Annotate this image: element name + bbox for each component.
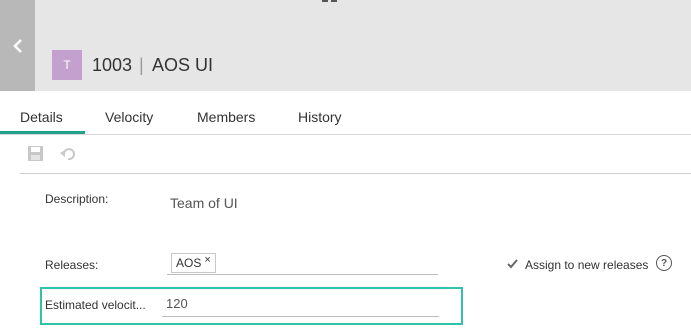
assign-to-new-releases-label[interactable]: Assign to new releases (525, 258, 648, 272)
estimated-velocity-input[interactable]: 120 (166, 296, 188, 312)
title-separator: | (139, 55, 144, 75)
header-bar (0, 0, 691, 91)
chevron-left-icon (12, 38, 22, 53)
back-button[interactable] (0, 0, 35, 91)
help-icon[interactable]: ? (656, 255, 672, 271)
top-marker (322, 0, 328, 2)
tab-bar (0, 91, 691, 135)
team-id: 1003 (92, 55, 133, 75)
releases-label: Releases: (45, 258, 99, 272)
revert-icon[interactable] (60, 147, 76, 166)
checkmark-icon[interactable] (507, 258, 518, 272)
team-name: AOS UI (152, 55, 214, 75)
releases-field[interactable] (167, 274, 438, 275)
estimated-velocity-label: Estimated velocit... (45, 298, 146, 312)
team-avatar: T (52, 50, 82, 80)
release-chip-label: AOS (176, 256, 202, 270)
description-label: Description: (45, 192, 109, 206)
tab-velocity[interactable]: Velocity (105, 108, 153, 126)
toolbar-divider (20, 173, 691, 174)
release-chip: AOS × (171, 253, 216, 273)
save-icon[interactable] (27, 145, 44, 167)
description-value[interactable]: Team of UI (170, 195, 238, 211)
estimated-velocity-field[interactable] (162, 316, 439, 317)
tab-members[interactable]: Members (197, 108, 255, 126)
tab-history[interactable]: History (298, 108, 342, 126)
top-marker (331, 0, 337, 2)
tab-details[interactable]: Details (20, 108, 63, 126)
remove-chip-icon[interactable]: × (204, 254, 210, 266)
active-tab-indicator (0, 131, 85, 134)
